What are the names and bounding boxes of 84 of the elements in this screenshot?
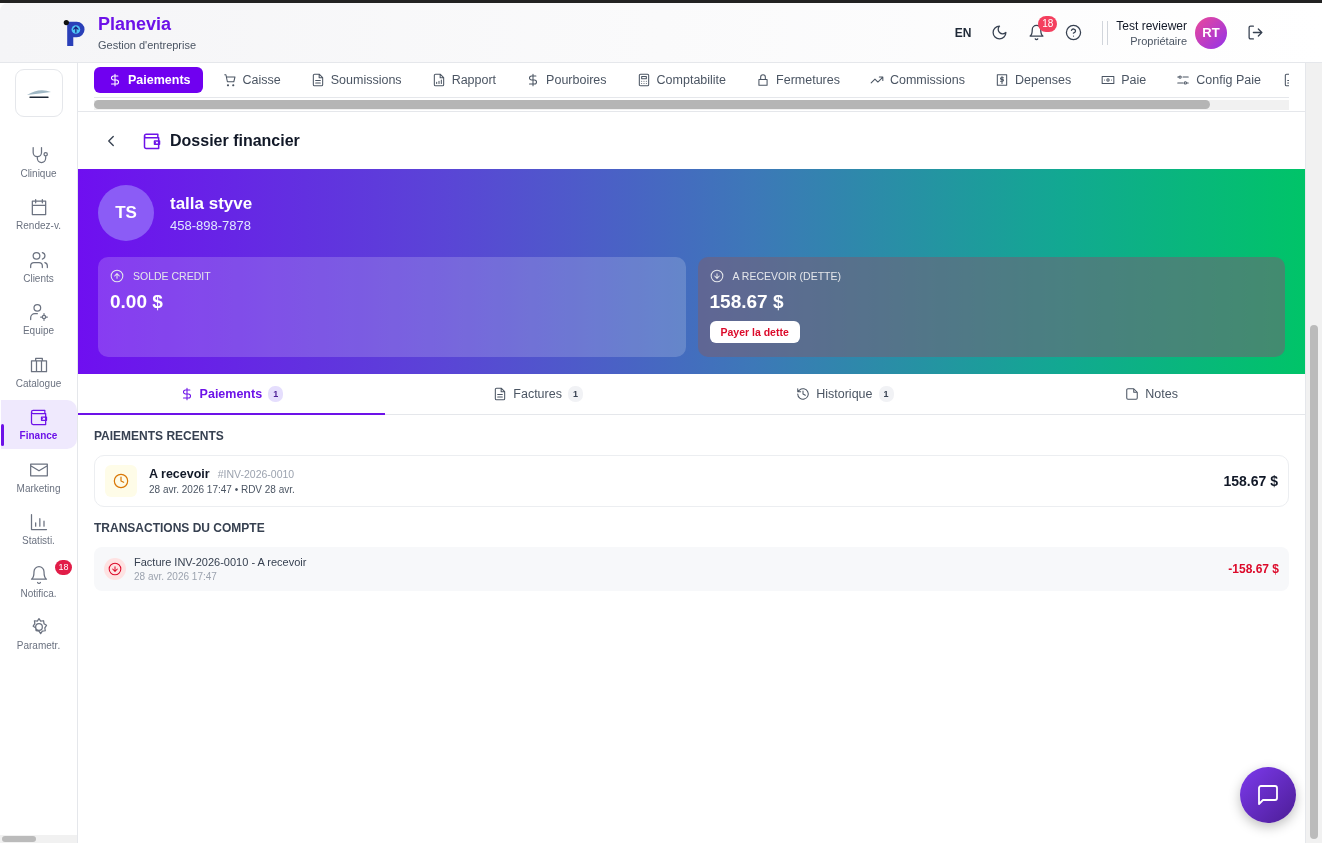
section-tab[interactable]: Notes <box>998 374 1305 415</box>
sidebar-item[interactable]: Equipe <box>0 294 77 344</box>
client-phone: 458-898-7878 <box>170 217 252 233</box>
transaction-description: Facture INV-2026-0010 - A recevoir <box>134 556 308 568</box>
history-icon <box>796 386 811 401</box>
nav-tab[interactable]: Soumissions <box>294 67 412 93</box>
document-icon <box>493 386 508 401</box>
page-title: Dossier financier <box>170 131 300 150</box>
nav-tab[interactable]: Paiements <box>94 67 203 93</box>
count-badge: 1 <box>268 385 284 402</box>
nav-tab[interactable]: Caisse <box>206 67 291 93</box>
sidebar-item[interactable]: Clinique <box>0 137 77 186</box>
sidebar-item[interactable]: Clients <box>0 242 77 291</box>
moon-icon[interactable] <box>991 24 1009 41</box>
users-icon <box>28 249 49 270</box>
user-name: Test reviewer <box>1116 18 1187 33</box>
sliders-icon <box>1176 73 1191 87</box>
language-button[interactable]: EN <box>954 25 972 40</box>
count-badge: 1 <box>567 385 583 402</box>
dollar-icon <box>108 73 122 87</box>
transaction-amount: -158.67 $ <box>1228 562 1279 576</box>
scrollbar-thumb[interactable] <box>1310 325 1318 839</box>
section-tab[interactable]: Historique 1 <box>691 374 999 415</box>
count-badge: 1 <box>878 385 894 402</box>
client-name: talla styve <box>170 193 253 214</box>
app-subtitle: Gestion d'entreprise <box>98 39 197 51</box>
scrollbar-thumb[interactable] <box>94 100 1210 109</box>
receipt-icon <box>994 73 1009 87</box>
user-gear-icon <box>28 302 49 322</box>
nav-tab[interactable]: Comptabilite <box>620 67 737 93</box>
balance-label: A RECEVOIR (DETTE) <box>732 270 841 282</box>
arrow-down-circle-icon <box>104 558 126 580</box>
section-heading: TRANSACTIONS DU COMPTE <box>94 521 266 535</box>
logout-icon[interactable] <box>1247 24 1264 41</box>
nav-tab[interactable]: Depenses <box>978 67 1082 93</box>
app-name: Planevia <box>98 14 173 35</box>
nav-tab[interactable]: Paie <box>1085 67 1157 93</box>
notification-badge: 18 <box>1038 16 1058 32</box>
balance-amount: 0.00 $ <box>110 291 164 313</box>
sidebar-item[interactable]: Marketing <box>0 452 77 501</box>
payment-amount: 158.67 $ <box>1223 473 1278 489</box>
user-role: Propriétaire <box>1129 34 1187 47</box>
balance-label: SOLDE CREDIT <box>133 270 211 282</box>
banknote-icon <box>1101 73 1116 87</box>
help-icon[interactable] <box>1065 24 1083 41</box>
note-icon <box>1125 386 1140 401</box>
user-avatar[interactable]: RT <box>1195 16 1227 49</box>
client-avatar: TS <box>98 185 154 241</box>
wallet-icon <box>28 407 49 427</box>
nav-tab[interactable]: Fermetures <box>740 67 850 93</box>
clock-icon <box>105 465 137 497</box>
pay-debt-button[interactable]: Payer la dette <box>709 321 800 343</box>
nav-tab[interactable]: Rapport <box>415 67 507 93</box>
sidebar-item[interactable]: Finance <box>0 399 77 449</box>
lock-icon <box>756 73 771 87</box>
chat-button[interactable] <box>1240 767 1296 823</box>
nav-tab[interactable]: Commissions <box>853 67 975 93</box>
sidebar-item[interactable]: Notifica. 18 <box>0 557 77 606</box>
payment-status: A recevoir <box>149 467 210 481</box>
business-logo <box>14 69 63 117</box>
section-tab[interactable]: Factures 1 <box>384 374 692 415</box>
sidebar-item[interactable]: Rendez-v. <box>0 189 77 239</box>
sidebar-item[interactable]: Catalogue <box>0 347 77 396</box>
transaction-row[interactable]: Facture INV-2026-0010 - A recevoir 28 avr. 2026 17:47 -158.67 $ <box>94 547 1289 591</box>
nav-tab[interactable]: Pourboires <box>510 67 617 93</box>
transaction-date: 28 avr. 2026 17:47 <box>134 571 218 582</box>
invoice-reference: #INV-2026-0010 <box>217 468 295 480</box>
chat-icon <box>1256 783 1280 807</box>
calculator-icon <box>636 73 651 87</box>
document-icon <box>310 73 325 87</box>
section-heading: PAIEMENTS RECENTS <box>94 429 225 443</box>
balance-amount: 158.67 $ <box>709 291 785 313</box>
bar-chart-icon <box>28 512 49 532</box>
report-icon <box>431 73 446 87</box>
notification-badge: 18 <box>55 560 72 575</box>
scrollbar-thumb[interactable] <box>2 836 36 842</box>
nav-tab[interactable]: Config Paie <box>1160 67 1271 93</box>
sidebar-item[interactable]: Parametr. <box>0 609 77 659</box>
payment-date: 28 avr. 2026 17:47 • RDV 28 avr. <box>149 484 296 495</box>
sidebar-item[interactable]: Statisti. <box>0 504 77 554</box>
payment-row[interactable]: A recevoir #INV-2026-0010 28 avr. 2026 17:47 • RDV 28 avr. 158.67 $ <box>94 455 1289 507</box>
section-tab[interactable]: Paiements 1 <box>78 374 385 415</box>
bell-icon <box>28 564 49 585</box>
cart-icon <box>222 73 237 87</box>
